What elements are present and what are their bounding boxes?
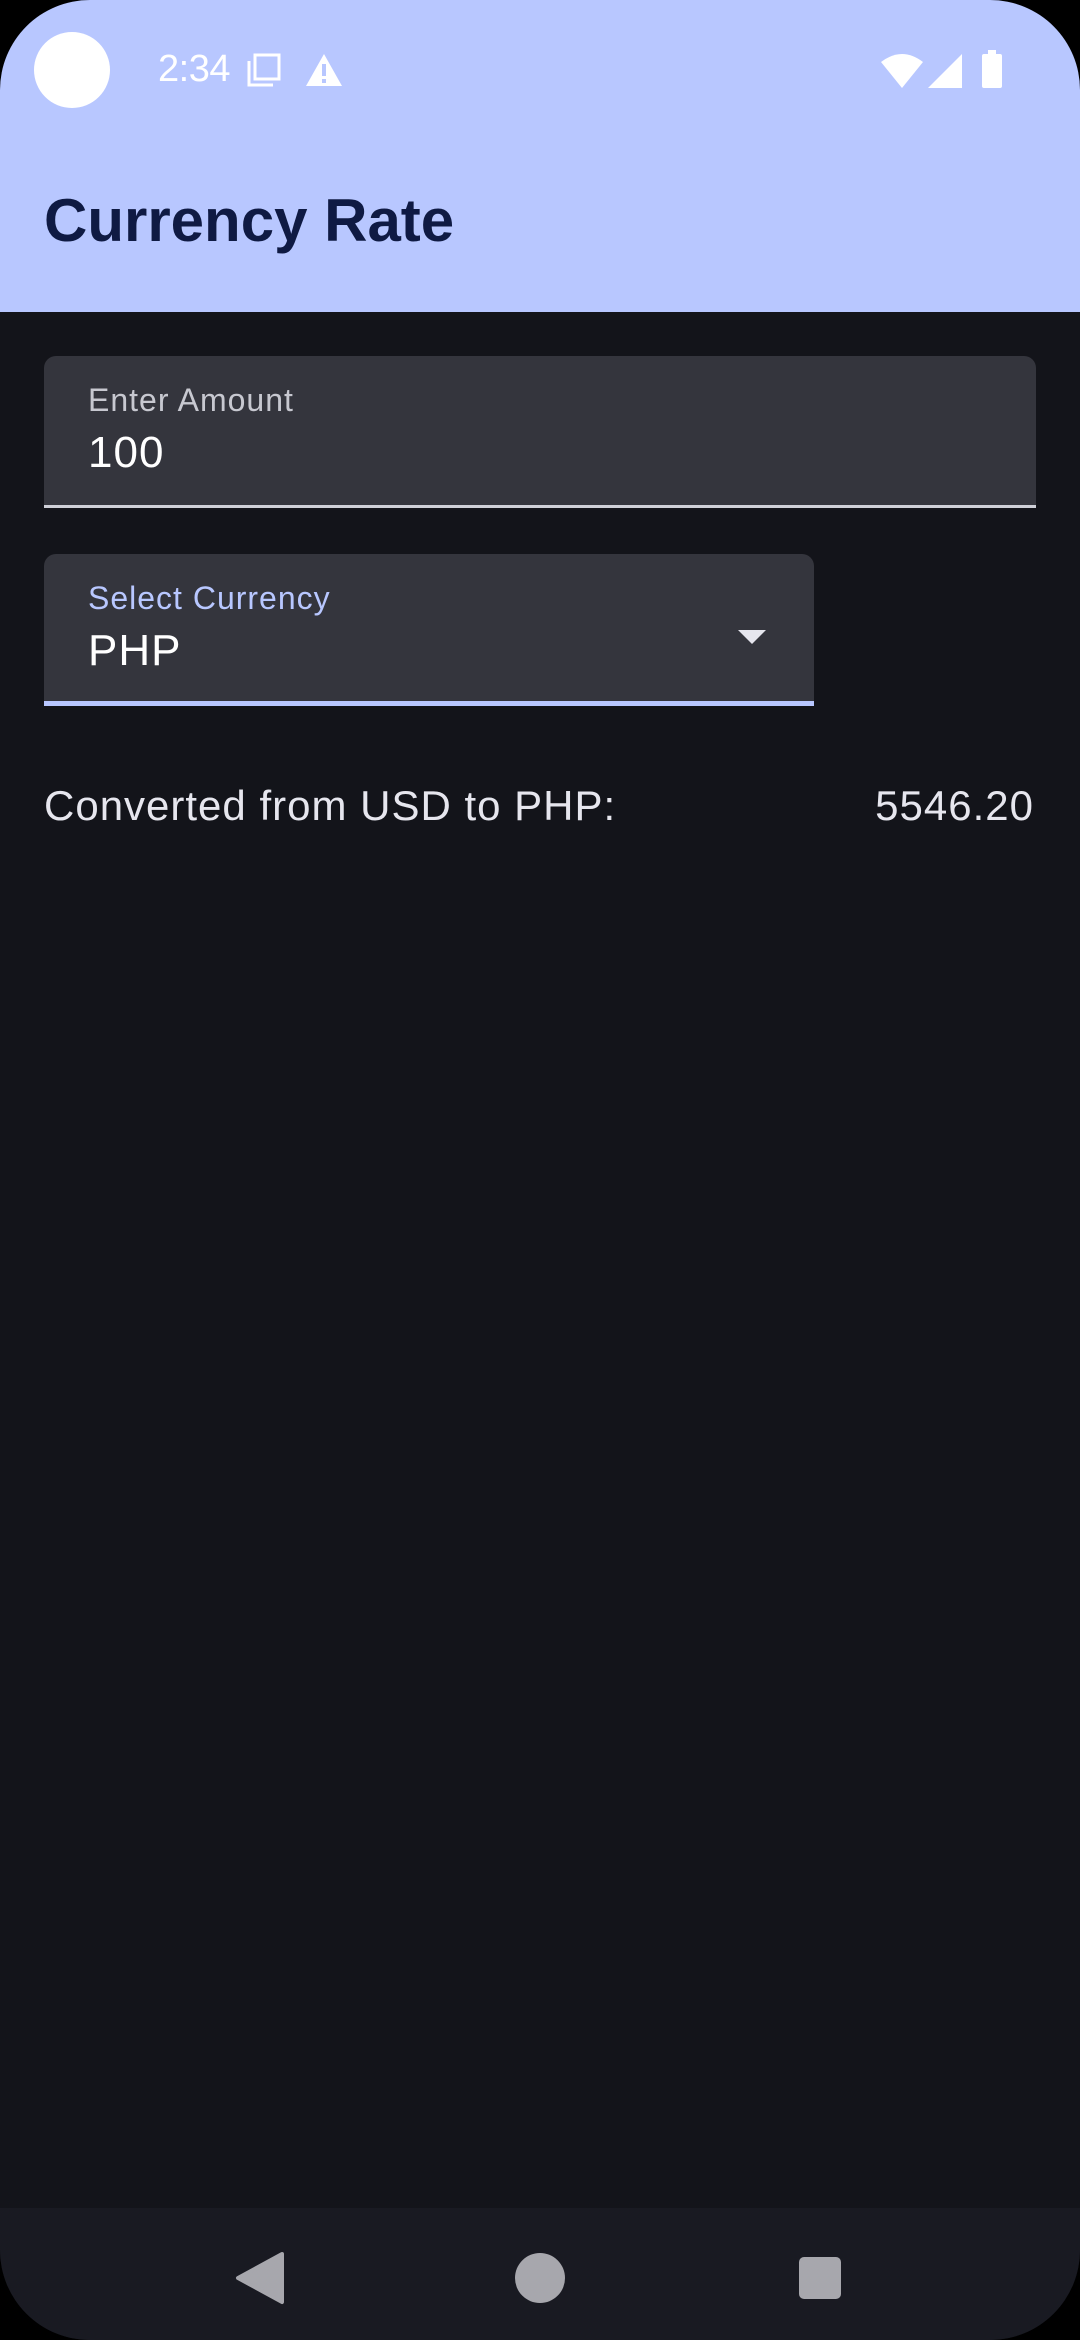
conversion-result-label: Converted from USD to PHP: — [44, 782, 617, 829]
wifi-icon — [881, 54, 923, 88]
currency-select[interactable]: Select Currency PHP — [44, 554, 814, 706]
screenshot-icon — [247, 53, 281, 87]
home-icon[interactable] — [512, 2250, 568, 2306]
camera-cutout — [34, 32, 110, 108]
currency-select-label: Select Currency — [88, 580, 331, 616]
recents-icon[interactable] — [796, 2254, 844, 2302]
warning-icon — [306, 54, 342, 86]
battery-icon — [982, 50, 1002, 88]
back-icon[interactable] — [232, 2250, 288, 2306]
status-time: 2:34 — [158, 48, 230, 90]
signal-icon — [928, 54, 962, 88]
amount-input-value[interactable]: 100 — [88, 428, 164, 478]
dropdown-arrow-icon[interactable] — [734, 624, 770, 646]
amount-field-label: Enter Amount — [88, 382, 294, 418]
currency-select-value[interactable]: PHP — [88, 626, 181, 676]
phone-screen: 2:34 Currency Rate Enter Amount 100 Sele… — [0, 0, 1080, 2340]
amount-field[interactable]: Enter Amount 100 — [44, 356, 1036, 508]
status-bar: 2:34 — [0, 0, 1080, 140]
conversion-result-value: 5546.20 — [875, 782, 1034, 829]
navigation-bar — [0, 2208, 1080, 2340]
top-app-area: 2:34 Currency Rate — [0, 0, 1080, 312]
page-title: Currency Rate — [44, 187, 455, 254]
